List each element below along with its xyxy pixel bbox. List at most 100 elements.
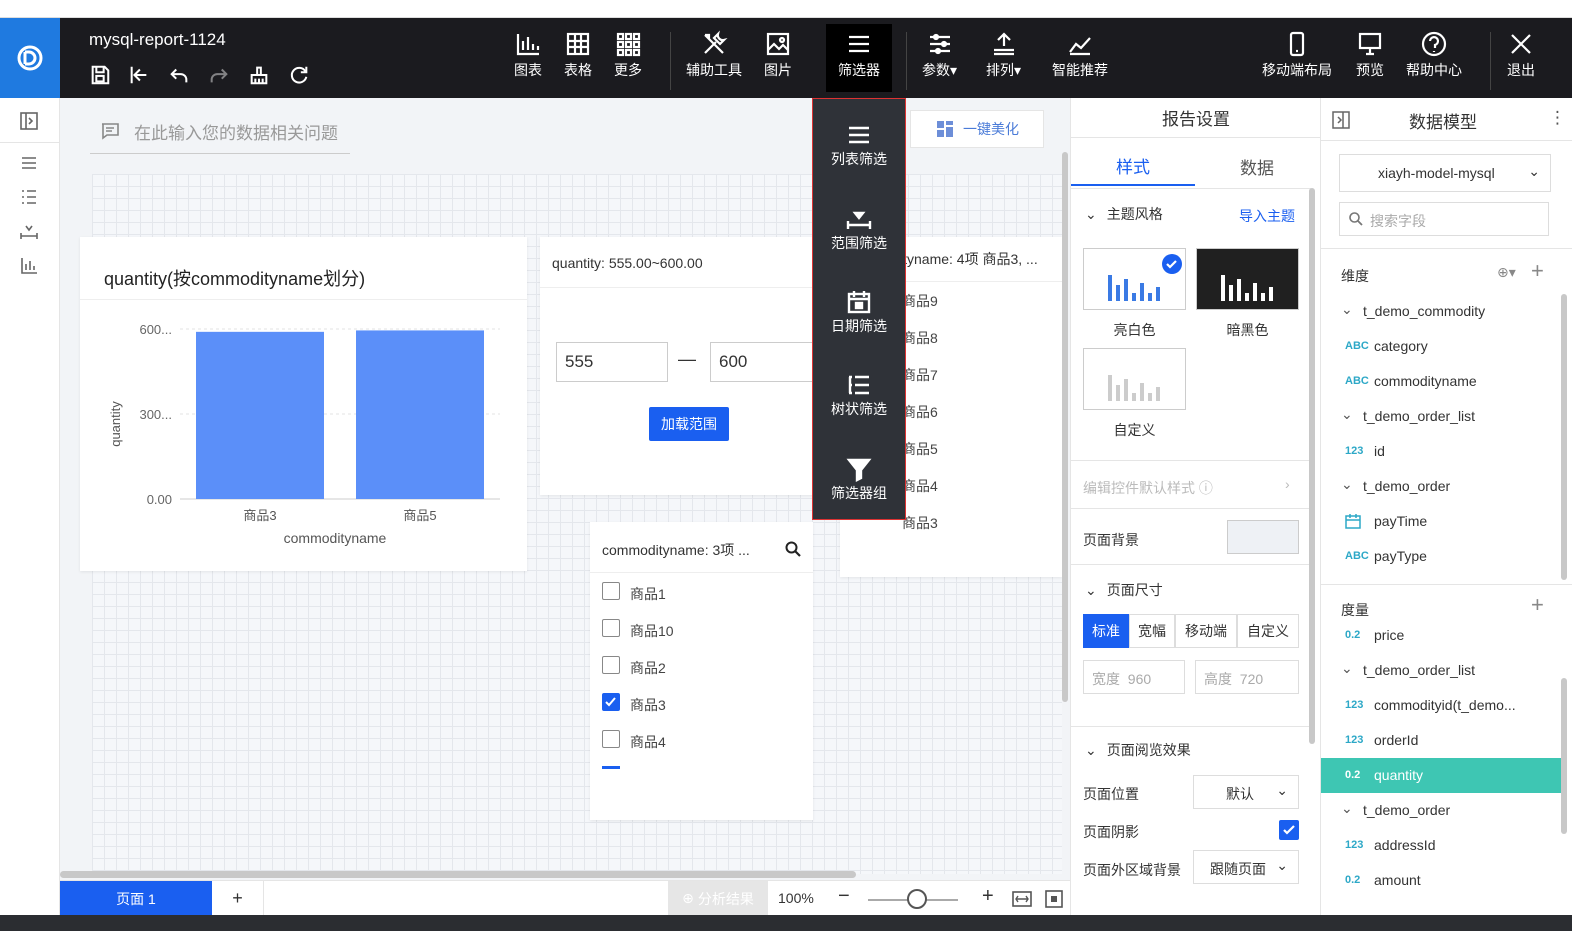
model-select[interactable]: xiayh-model-mysql ⌄ xyxy=(1339,154,1551,192)
globe-icon[interactable]: ⊕▾ xyxy=(1497,264,1516,281)
fit-page-icon[interactable] xyxy=(1044,889,1064,909)
field-item[interactable]: 123 addressId xyxy=(1321,828,1561,863)
page-position-select[interactable]: 默认 ⌄ xyxy=(1193,775,1299,809)
exit-button[interactable]: 退出 xyxy=(1507,30,1535,80)
field-item[interactable]: 0.2 price xyxy=(1321,618,1561,653)
more-vertical-icon[interactable]: ⋮ xyxy=(1549,108,1566,128)
theme-dark-thumb[interactable] xyxy=(1196,248,1299,310)
table-node[interactable]: ⌄ t_demo_order_list xyxy=(1321,653,1561,688)
undo-icon[interactable] xyxy=(168,64,190,86)
chevron-down-icon[interactable]: ⌄ xyxy=(1341,301,1353,318)
field-item[interactable]: ABC category xyxy=(1321,329,1561,364)
field-item[interactable]: 0.2 quantity xyxy=(1321,758,1561,793)
settings-scrollbar[interactable] xyxy=(1309,188,1315,744)
theme-section-header[interactable]: ⌄ 主题风格 xyxy=(1085,204,1163,224)
size-standard[interactable]: 标准 xyxy=(1083,614,1129,648)
add-page-button[interactable]: + xyxy=(212,881,264,916)
list-item-checkbox[interactable] xyxy=(602,693,620,711)
image-button[interactable]: 图片 xyxy=(764,30,792,80)
browse-section-header[interactable]: ⌄ 页面阅览效果 xyxy=(1085,740,1191,760)
list-filter-option[interactable]: 列表筛选 xyxy=(813,121,905,169)
list-item-checkbox[interactable] xyxy=(602,656,620,674)
chevron-down-icon[interactable]: ⌄ xyxy=(1341,800,1353,817)
field-item[interactable]: payTime xyxy=(1321,504,1561,539)
page-size-section-header[interactable]: ⌄ 页面尺寸 xyxy=(1085,580,1163,600)
range-filter-card[interactable]: quantity: 555.00~600.00 — 加载范围 xyxy=(540,237,822,495)
format-brush-icon[interactable] xyxy=(248,64,270,86)
exit-to-start-icon[interactable] xyxy=(128,64,150,86)
import-theme-link[interactable]: 导入主题 xyxy=(1239,206,1295,226)
list-item-checkbox[interactable] xyxy=(602,619,620,637)
tree-list-icon[interactable] xyxy=(18,186,42,210)
table-node[interactable]: ⌄ t_demo_order xyxy=(1321,793,1561,828)
table-node[interactable]: ⌄ t_demo_commodity xyxy=(1321,294,1561,329)
refresh-icon[interactable] xyxy=(288,64,310,86)
tab-style[interactable]: 样式 xyxy=(1071,146,1195,186)
zoom-slider-handle[interactable] xyxy=(907,889,927,909)
params-button[interactable]: 参数▾ xyxy=(922,30,957,80)
field-item[interactable]: ABC payType xyxy=(1321,539,1561,574)
table-button[interactable]: 表格 xyxy=(564,30,592,80)
date-filter-option[interactable]: 日期筛选 xyxy=(813,288,905,336)
filter-group-option[interactable]: 筛选器组 xyxy=(813,455,905,503)
more-button[interactable]: 更多 xyxy=(614,30,642,80)
field-item[interactable]: 123 id xyxy=(1321,434,1561,469)
aux-tools-button[interactable]: 辅助工具 xyxy=(686,30,742,80)
table-node[interactable]: ⌄ t_demo_order_list xyxy=(1321,399,1561,434)
width-input[interactable]: 宽度 960 xyxy=(1083,660,1185,694)
chart-button[interactable]: 图表 xyxy=(514,30,542,80)
tab-data[interactable]: 数据 xyxy=(1195,146,1319,186)
theme-light-thumb[interactable] xyxy=(1083,248,1186,310)
canvas-vertical-scrollbar[interactable] xyxy=(1062,152,1068,702)
zoom-out-button[interactable]: − xyxy=(838,885,850,908)
add-dimension-icon[interactable]: + xyxy=(1531,258,1544,284)
tree-filter-option[interactable]: 树状筛选 xyxy=(813,371,905,419)
theme-custom-thumb[interactable] xyxy=(1083,348,1186,410)
mobile-layout-button[interactable]: 移动端布局 xyxy=(1262,30,1332,80)
report-title[interactable]: mysql-report-1124 xyxy=(89,30,226,50)
save-icon[interactable] xyxy=(89,64,111,86)
chevron-down-icon[interactable]: ⌄ xyxy=(1341,660,1353,677)
zoom-in-button[interactable]: + xyxy=(982,885,994,908)
height-input[interactable]: 高度 720 xyxy=(1195,660,1299,694)
page-shadow-checkbox[interactable] xyxy=(1279,820,1299,840)
collapse-panel-icon[interactable] xyxy=(18,110,42,134)
list-item-checkbox[interactable] xyxy=(602,730,620,748)
canvas-horizontal-scrollbar[interactable] xyxy=(60,871,856,878)
chart-card[interactable]: quantity(按commodityname划分) 600... 300... 0… xyxy=(80,237,527,571)
field-item[interactable]: 123 orderId xyxy=(1321,723,1561,758)
edit-default-style[interactable]: 编辑控件默认样式 ⓘ xyxy=(1083,478,1213,498)
dimensions-scrollbar[interactable] xyxy=(1561,294,1567,580)
add-measure-icon[interactable]: + xyxy=(1531,592,1544,618)
size-custom[interactable]: 自定义 xyxy=(1237,614,1299,648)
preview-button[interactable]: 预览 xyxy=(1356,30,1384,80)
bar-chart-icon[interactable] xyxy=(18,254,42,278)
field-item[interactable]: 0.2 amount xyxy=(1321,863,1561,898)
range-filter-option[interactable]: 范围筛选 xyxy=(813,205,905,253)
chevron-down-icon[interactable]: ⌄ xyxy=(1341,476,1353,493)
table-node[interactable]: ⌄ t_demo_order xyxy=(1321,469,1561,504)
fit-width-icon[interactable] xyxy=(1012,890,1032,908)
field-item[interactable]: 123 commodityid(t_demo... xyxy=(1321,688,1561,723)
redo-icon[interactable] xyxy=(208,64,230,86)
question-input[interactable]: 在此输入您的数据相关问题 xyxy=(90,110,350,154)
chevron-down-icon[interactable]: ⌄ xyxy=(1341,406,1353,423)
filter-button[interactable]: 筛选器 xyxy=(826,24,892,92)
list-filter-card[interactable]: commodityname: 3项 ... 商品1 商品10 商品2 商品3 商品4 xyxy=(590,522,813,820)
range-min-input[interactable] xyxy=(556,342,668,382)
range-icon[interactable] xyxy=(18,220,42,244)
load-range-button[interactable]: 加载范围 xyxy=(649,407,729,441)
collapse-panel-icon[interactable] xyxy=(1331,110,1351,130)
beautify-button[interactable]: 一键美化 xyxy=(910,110,1044,148)
list-item-checkbox[interactable] xyxy=(602,582,620,600)
range-max-input[interactable] xyxy=(710,342,822,382)
page-bg-color-picker[interactable] xyxy=(1227,520,1299,554)
size-mobile[interactable]: 移动端 xyxy=(1175,614,1237,648)
measures-scrollbar[interactable] xyxy=(1561,678,1567,834)
list-icon[interactable] xyxy=(18,152,42,176)
arrange-button[interactable]: 排列▾ xyxy=(986,30,1021,80)
page-tab-1[interactable]: 页面 1 xyxy=(60,881,212,916)
search-icon[interactable] xyxy=(784,540,802,558)
help-center-button[interactable]: 帮助中心 xyxy=(1406,30,1462,80)
field-item[interactable]: ABC commodityname xyxy=(1321,364,1561,399)
